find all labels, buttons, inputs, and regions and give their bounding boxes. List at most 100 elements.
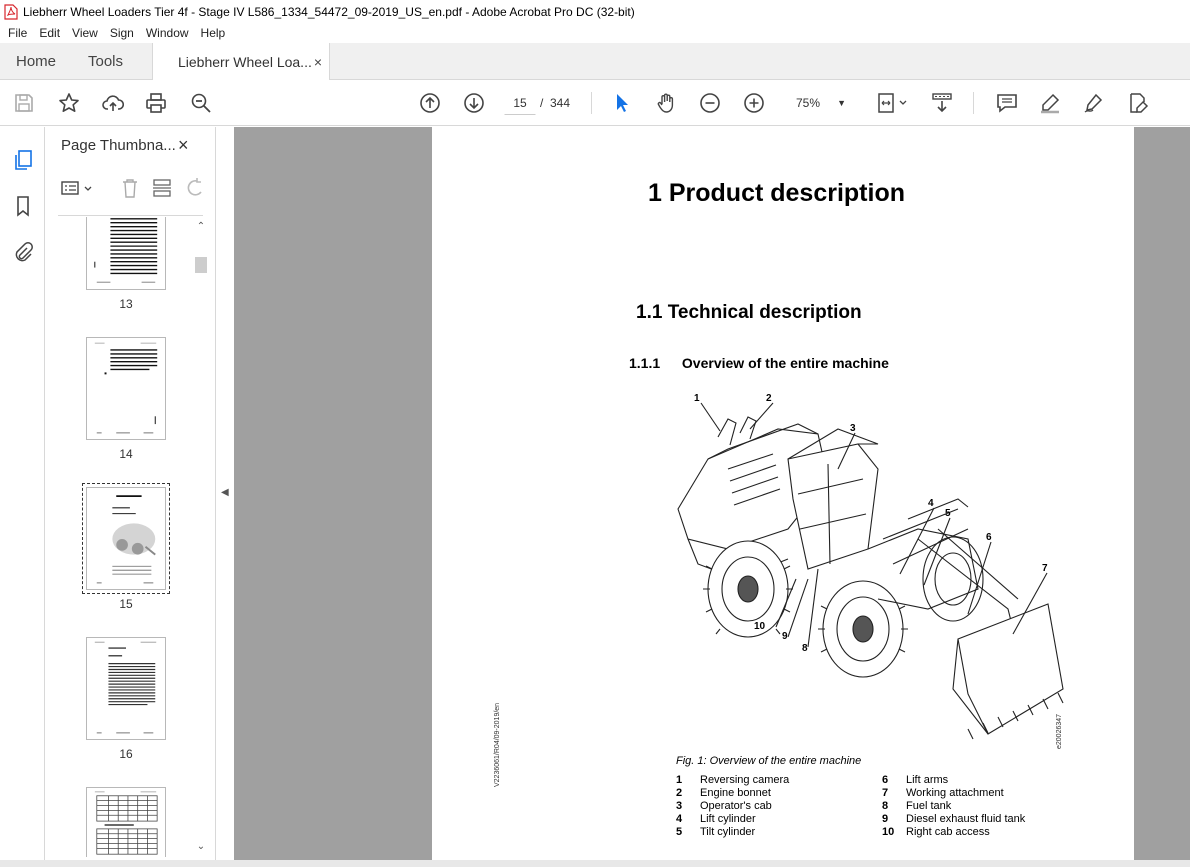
rotate-page-icon[interactable] bbox=[150, 175, 174, 201]
panel-title: Page Thumbna... bbox=[61, 137, 176, 154]
zoom-search-icon[interactable] bbox=[188, 90, 214, 116]
callout-4: 4 bbox=[928, 498, 934, 509]
thumbnail-number: 14 bbox=[119, 447, 133, 461]
legend-item: 2 Engine bonnet bbox=[676, 787, 771, 799]
previous-page-icon[interactable] bbox=[417, 90, 443, 116]
bookmarks-icon[interactable] bbox=[10, 193, 36, 219]
menu-bar: File Edit View Sign Window Help bbox=[0, 23, 1190, 43]
close-tab-icon[interactable]: × bbox=[314, 54, 322, 70]
save-icon[interactable] bbox=[11, 90, 37, 116]
tab-document-label: Liebherr Wheel Loa... bbox=[178, 54, 312, 70]
left-rail bbox=[0, 127, 45, 867]
menu-file[interactable]: File bbox=[2, 26, 33, 40]
figure-code: e20026347 bbox=[1056, 713, 1063, 749]
subsection-title: Overview of the entire machine bbox=[681, 355, 889, 371]
chapter-heading: 1 Product description bbox=[648, 179, 905, 207]
status-strip bbox=[0, 860, 1190, 867]
highlight-pen-icon[interactable] bbox=[1037, 90, 1063, 116]
legend-item: 8 Fuel tank bbox=[882, 800, 952, 812]
attachment-icon[interactable] bbox=[10, 239, 36, 265]
menu-sign[interactable]: Sign bbox=[104, 26, 140, 40]
callout-10: 10 bbox=[754, 621, 766, 632]
cloud-upload-icon[interactable] bbox=[100, 90, 126, 116]
thumbnail-page-17[interactable] bbox=[86, 787, 166, 857]
page-total: 344 bbox=[550, 96, 571, 110]
thumbnail-options-icon[interactable] bbox=[60, 175, 94, 201]
thumbnail-number: 13 bbox=[119, 297, 133, 311]
thumbnail-number: 16 bbox=[119, 747, 133, 761]
pdf-page: 1 Product description 1.1 Technical desc… bbox=[432, 127, 1134, 860]
delete-page-icon[interactable] bbox=[118, 175, 142, 201]
legend-item: 3 Operator's cab bbox=[676, 800, 772, 812]
panel-splitter[interactable]: ◀ bbox=[215, 127, 233, 867]
fit-page-icon[interactable] bbox=[874, 90, 910, 116]
undo-icon[interactable] bbox=[182, 175, 206, 201]
legend-item: 9 Diesel exhaust fluid tank bbox=[882, 813, 1026, 825]
menu-help[interactable]: Help bbox=[195, 26, 232, 40]
panel-toolbar bbox=[58, 175, 208, 201]
draw-sign-icon[interactable] bbox=[1081, 90, 1107, 116]
scroll-mode-icon[interactable] bbox=[929, 90, 955, 116]
zoom-select[interactable]: 75% ▼ bbox=[786, 91, 852, 115]
subsection-heading: 1.1.1 Overview of the entire machine bbox=[629, 355, 889, 371]
callout-5: 5 bbox=[945, 508, 951, 519]
hand-tool-icon[interactable] bbox=[653, 90, 679, 116]
callout-8: 8 bbox=[802, 643, 808, 654]
legend-item: 5 Tilt cylinder bbox=[676, 826, 756, 838]
wheel-loader-illustration: 1 2 3 4 5 6 7 8 9 10 bbox=[677, 393, 1064, 740]
toolbar: 15 / 344 75% ▼ bbox=[0, 80, 1190, 126]
page-number-input[interactable]: 15 bbox=[504, 91, 536, 115]
bookmark-star-icon[interactable] bbox=[56, 90, 82, 116]
title-bar: Liebherr Wheel Loaders Tier 4f - Stage I… bbox=[0, 0, 1190, 23]
collapse-panel-icon[interactable]: ◀ bbox=[221, 487, 229, 498]
callout-2: 2 bbox=[766, 393, 772, 404]
menu-view[interactable]: View bbox=[66, 26, 104, 40]
toolbar-divider bbox=[591, 92, 592, 114]
thumbnail-page-13[interactable] bbox=[86, 217, 166, 290]
figure-legend-left: 1 Reversing camera 2 Engine bonnet 3 Operat… bbox=[676, 774, 789, 839]
menu-window[interactable]: Window bbox=[140, 26, 195, 40]
callout-1: 1 bbox=[694, 393, 700, 404]
chevron-down-icon: ▼ bbox=[837, 98, 846, 108]
comment-icon[interactable] bbox=[994, 90, 1020, 116]
menu-edit[interactable]: Edit bbox=[33, 26, 66, 40]
zoom-value: 75% bbox=[796, 96, 821, 110]
zoom-in-icon[interactable] bbox=[741, 90, 767, 116]
callout-9: 9 bbox=[782, 631, 788, 642]
print-icon[interactable] bbox=[143, 90, 169, 116]
tab-tools[interactable]: Tools bbox=[88, 43, 123, 80]
legend-item: 7 Working attachment bbox=[882, 787, 1004, 799]
document-viewport[interactable]: 1 Product description 1.1 Technical desc… bbox=[234, 127, 1190, 860]
callout-6: 6 bbox=[986, 532, 992, 543]
thumbnail-list: 13 14 15 16 bbox=[46, 217, 196, 857]
thumbnail-page-16[interactable] bbox=[86, 637, 166, 740]
thumbnail-page-15[interactable] bbox=[82, 483, 170, 594]
scroll-down-icon[interactable]: ⌄ bbox=[194, 841, 208, 855]
zoom-out-icon[interactable] bbox=[697, 90, 723, 116]
legend-item: 10 Right cab access bbox=[882, 826, 990, 838]
scrollbar-thumb[interactable] bbox=[195, 257, 207, 273]
page-thumbnails-icon[interactable] bbox=[10, 147, 36, 173]
thumbnail-number: 15 bbox=[119, 597, 133, 611]
pdf-app-icon bbox=[4, 3, 18, 20]
legend-item: 1 Reversing camera bbox=[676, 774, 790, 786]
scroll-up-icon[interactable]: ⌃ bbox=[194, 221, 208, 235]
callout-3: 3 bbox=[850, 423, 856, 434]
thumbnail-scrollbar[interactable]: ⌃ ⌄ bbox=[194, 219, 208, 859]
edit-document-icon[interactable] bbox=[1125, 90, 1151, 116]
thumbnail-panel: Page Thumbna... × 13 14 15 16 ⌃ ⌄ bbox=[46, 127, 215, 867]
legend-item: 6 Lift arms bbox=[882, 774, 949, 786]
close-panel-icon[interactable]: × bbox=[178, 135, 189, 156]
next-page-icon[interactable] bbox=[461, 90, 487, 116]
page-separator: / bbox=[540, 96, 544, 110]
tab-home[interactable]: Home bbox=[16, 43, 56, 80]
document-code: V2236061/R04/09-2019/en bbox=[494, 702, 501, 787]
tab-document[interactable]: Liebherr Wheel Loa... × bbox=[152, 43, 330, 81]
callout-7: 7 bbox=[1042, 563, 1048, 574]
tab-bar: Home Tools Liebherr Wheel Loa... × bbox=[0, 43, 1190, 81]
select-cursor-icon[interactable] bbox=[609, 90, 635, 116]
thumbnail-page-14[interactable] bbox=[86, 337, 166, 440]
legend-item: 4 Lift cylinder bbox=[676, 813, 756, 825]
figure-caption: Fig. 1: Overview of the entire machine bbox=[676, 755, 862, 767]
window-title: Liebherr Wheel Loaders Tier 4f - Stage I… bbox=[23, 4, 635, 19]
